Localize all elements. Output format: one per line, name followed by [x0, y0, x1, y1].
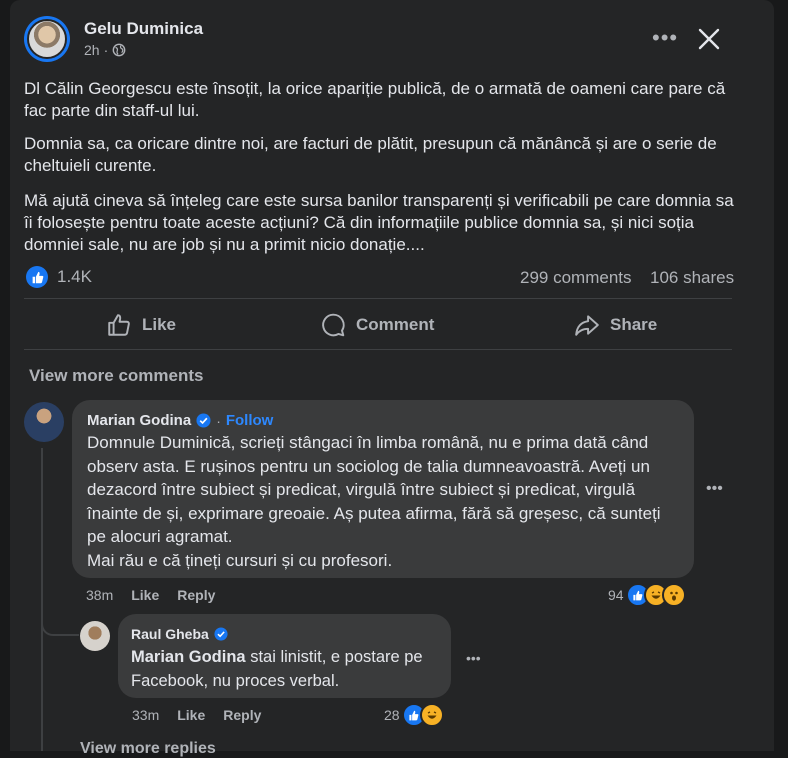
comment-icon: [322, 313, 345, 337]
view-more-replies-link[interactable]: View more replies: [80, 740, 216, 758]
view-more-comments-link[interactable]: View more comments: [29, 366, 203, 386]
comment-line: dezacord între subiect și predicat, virg…: [87, 480, 636, 499]
comment-line: pe alocuri agramat.: [87, 527, 233, 546]
post-paragraph-1: Dl Călin Georgescu este însoțit, la oric…: [24, 79, 726, 120]
post-paragraph-2: Domnia sa, ca oricare dintre noi, are fa…: [24, 134, 717, 175]
reply-like-button[interactable]: Like: [177, 707, 205, 723]
comments-count[interactable]: 299 comments: [520, 268, 632, 288]
comment-reaction-count: 94: [608, 587, 624, 603]
post-meta: 2h ·: [84, 42, 126, 58]
reply-bubble: Raul Gheba Marian Godina stai linistit, …: [118, 614, 451, 698]
comment-line: observ asta. E rușinos pentru un sociolo…: [87, 456, 650, 476]
author-avatar[interactable]: [24, 16, 70, 62]
comment-time[interactable]: 38m: [86, 587, 113, 603]
share-button[interactable]: Share: [574, 312, 657, 338]
reply-line: Facebook, nu proces verbal.: [131, 671, 340, 690]
reply-text: Marian Godina stai linistit, e postare p…: [131, 646, 451, 693]
thread-connector: [41, 612, 79, 636]
comment-actions: 38m Like Reply: [86, 587, 215, 603]
reactions-summary[interactable]: 1.4K: [26, 266, 92, 288]
more-options-icon[interactable]: •••: [652, 27, 678, 49]
mention-link[interactable]: Marian Godina: [131, 648, 246, 666]
comment-label: Comment: [356, 315, 435, 334]
like-label: Like: [142, 315, 177, 334]
verified-badge-icon: [196, 413, 211, 428]
reply-reactions[interactable]: 28: [384, 703, 444, 727]
like-button[interactable]: Like: [106, 312, 176, 338]
reply-options-icon[interactable]: •••: [466, 650, 481, 666]
post-paragraph-3: Mă ajută cineva să înțeleg care este sur…: [24, 191, 734, 254]
reply-header: Raul Gheba: [131, 626, 228, 642]
comment-like-button[interactable]: Like: [131, 587, 159, 603]
comment-line: Mai rău e că țineți cursuri și cu profes…: [87, 550, 393, 570]
close-icon[interactable]: [696, 26, 722, 52]
reply-reply-button[interactable]: Reply: [223, 707, 261, 723]
share-icon: [575, 315, 599, 336]
thread-line: [41, 448, 43, 751]
follow-button[interactable]: Follow: [226, 412, 274, 429]
replier-avatar[interactable]: [80, 621, 110, 651]
reactions-count: 1.4K: [57, 267, 92, 286]
wow-emoji-icon: [661, 583, 686, 607]
post-time[interactable]: 2h: [84, 42, 100, 58]
divider: [24, 349, 732, 350]
comment-reply-button[interactable]: Reply: [177, 587, 215, 603]
comment-line: Domnule Duminică, scrieți stângaci în li…: [87, 433, 649, 452]
reply-author[interactable]: Raul Gheba: [131, 626, 209, 642]
comment-line: înainte de și, exprimare greoaie. Aș put…: [87, 503, 661, 523]
globe-icon: [112, 43, 126, 57]
comment-options-icon[interactable]: •••: [706, 480, 723, 498]
comment-header: Marian Godina · Follow: [87, 412, 274, 429]
comment-author[interactable]: Marian Godina: [87, 412, 191, 429]
share-label: Share: [610, 315, 658, 334]
verified-badge-icon: [214, 627, 228, 641]
like-reaction-icon: [26, 266, 48, 288]
laughing-emoji-icon: [419, 703, 444, 727]
like-icon: [108, 314, 130, 336]
comment-bubble: Marian Godina · Follow Domnule Duminică,…: [72, 400, 694, 578]
shares-count[interactable]: 106 shares: [650, 268, 734, 288]
divider: [24, 298, 732, 299]
comment-button[interactable]: Comment: [320, 312, 434, 338]
reply-time[interactable]: 33m: [132, 707, 159, 723]
comment-reactions[interactable]: 94: [608, 583, 686, 607]
reply-actions: 33m Like Reply: [132, 707, 261, 723]
post-author-name[interactable]: Gelu Duminica: [84, 19, 203, 39]
comment-text: Domnule Duminică, scrieți stângaci în li…: [87, 431, 687, 572]
commenter-avatar[interactable]: [24, 402, 64, 442]
reply-reaction-count: 28: [384, 707, 400, 723]
